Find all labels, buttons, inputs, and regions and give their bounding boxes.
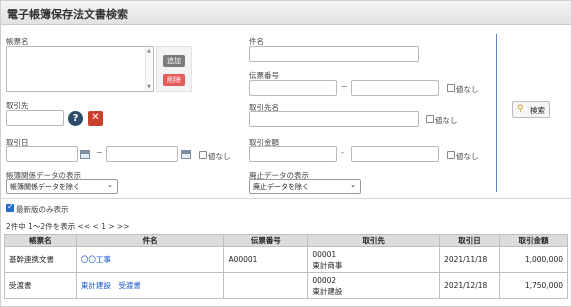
no-value-label: 値なし <box>435 116 458 125</box>
scroll-down-icon[interactable]: ▼ <box>147 84 151 90</box>
chevron-down-icon: ⌄ <box>350 181 356 189</box>
trade-date-to-input[interactable] <box>106 146 178 162</box>
search-button[interactable]: ⚲ 検索 <box>512 101 550 118</box>
client-name-no-value-checkbox[interactable] <box>426 115 434 123</box>
pagination[interactable]: 2件中 1〜2件を表示 << < 1 > >> <box>6 221 130 232</box>
add-button[interactable]: 追加 <box>163 55 185 67</box>
ledger-related-select[interactable]: 帳簿関係データを除く ⌄ <box>6 179 118 194</box>
trade-amount-from-input[interactable] <box>249 146 337 162</box>
trade-amount-to-input[interactable] <box>351 146 439 162</box>
cell-date: 2021/11/18 <box>439 246 501 273</box>
ledger-related-value: 帳簿関係データを除く <box>10 183 80 191</box>
client-input[interactable] <box>6 110 64 126</box>
help-icon[interactable]: ? <box>68 111 83 126</box>
no-value-label: 値なし <box>456 85 479 94</box>
table-header-row: 帳票名 件名 伝票番号 取引先 取引日 取引金額 <box>4 234 568 247</box>
column-header-subject[interactable]: 件名 <box>75 234 225 247</box>
client-code: 00002 <box>312 275 337 285</box>
client-name-input[interactable] <box>249 111 419 127</box>
slip-number-from-input[interactable] <box>249 80 337 96</box>
search-button-label: 検索 <box>530 106 545 115</box>
cell-client: 00002 東計建設 <box>307 272 441 299</box>
cell-ledger: 受渡書 <box>4 272 77 299</box>
deleted-data-select[interactable]: 廃止データを除く ⌄ <box>249 179 361 194</box>
client-name: 東計商事 <box>312 260 343 270</box>
cell-slip: A00001 <box>223 246 309 273</box>
no-value-label: 値なし <box>456 152 479 161</box>
column-header-ledger[interactable]: 帳票名 <box>4 234 77 247</box>
deleted-data-value: 廃止データを除く <box>253 183 309 191</box>
vertical-divider <box>496 34 497 192</box>
calendar-icon[interactable] <box>181 150 191 159</box>
trade-date-no-value-checkbox[interactable] <box>199 151 207 159</box>
slip-no-value-checkbox[interactable] <box>447 84 455 92</box>
cell-date: 2021/12/18 <box>439 272 501 299</box>
column-header-slip[interactable]: 伝票番号 <box>223 234 309 247</box>
delete-button[interactable]: 削除 <box>163 74 185 86</box>
section-divider <box>1 198 571 199</box>
results-table: 帳票名 件名 伝票番号 取引先 取引日 取引金額 基幹連携文書 〇〇工事 A00… <box>4 234 568 299</box>
latest-only-checkbox[interactable] <box>6 202 14 212</box>
amount-no-value-checkbox[interactable] <box>447 151 455 159</box>
listbox-scrollbar[interactable]: ▲ ▼ <box>145 47 153 91</box>
cell-slip <box>223 272 309 299</box>
column-header-client[interactable]: 取引先 <box>307 234 441 247</box>
cell-ledger: 基幹連携文書 <box>4 246 77 273</box>
calendar-icon[interactable] <box>80 150 90 159</box>
slip-range-separator: ~ <box>341 82 348 91</box>
date-range-separator: ~ <box>96 148 103 157</box>
subject-link[interactable]: 東計建設 受渡書 <box>75 272 225 299</box>
scroll-up-icon[interactable]: ▲ <box>147 48 151 54</box>
client-name: 東計建設 <box>312 286 343 296</box>
client-code: 00001 <box>312 249 337 259</box>
ledger-name-listbox[interactable]: ▲ ▼ <box>6 46 154 92</box>
amount-range-separator: - <box>341 148 344 157</box>
slip-number-to-input[interactable] <box>351 80 439 96</box>
table-row[interactable]: 基幹連携文書 〇〇工事 A00001 00001 東計商事 2021/11/18… <box>4 246 568 273</box>
subject-input[interactable] <box>249 46 419 62</box>
latest-only-label: 最新版のみ表示 <box>16 205 69 214</box>
search-icon: ⚲ <box>517 104 524 114</box>
cell-amount: 1,750,000 <box>499 272 568 299</box>
trade-date-from-input[interactable] <box>6 146 78 162</box>
cell-client: 00001 東計商事 <box>307 246 441 273</box>
cell-amount: 1,000,000 <box>499 246 568 273</box>
chevron-down-icon: ⌄ <box>107 181 113 189</box>
table-row[interactable]: 受渡書 東計建設 受渡書 00002 東計建設 2021/12/18 1,750… <box>4 272 568 299</box>
column-header-date[interactable]: 取引日 <box>439 234 501 247</box>
subject-link[interactable]: 〇〇工事 <box>75 246 225 273</box>
title-bar: 電子帳簿保存法文書検索 <box>1 1 571 25</box>
column-header-amount[interactable]: 取引金額 <box>499 234 568 247</box>
no-value-label: 値なし <box>208 152 231 161</box>
clear-icon[interactable]: ✕ <box>88 111 103 126</box>
page-title: 電子帳簿保存法文書検索 <box>7 8 128 21</box>
